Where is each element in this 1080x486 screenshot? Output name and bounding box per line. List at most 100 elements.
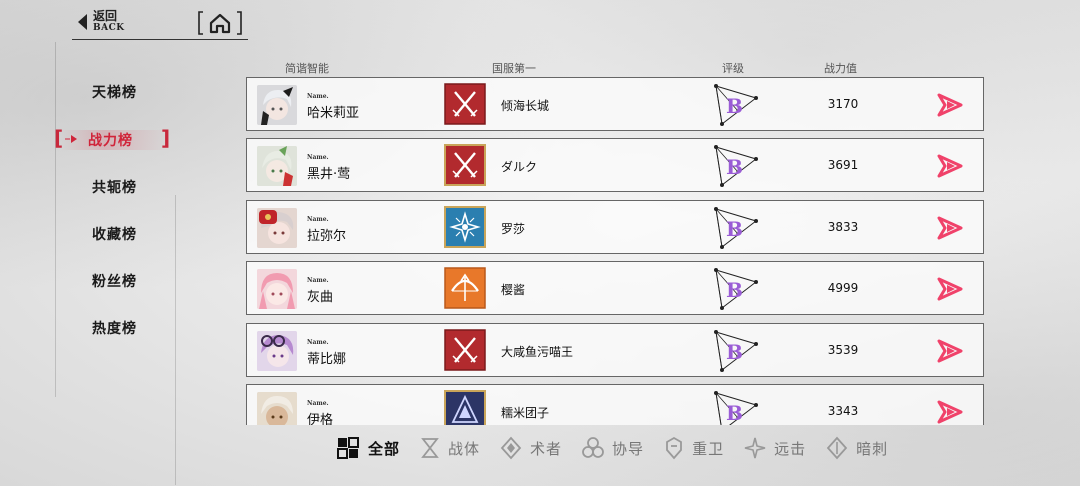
character-avatar — [257, 392, 297, 425]
character-avatar — [257, 269, 297, 309]
character-name: 拉弥尔 — [307, 229, 347, 244]
name-caption: Name. — [307, 216, 329, 223]
active-arrow-icon — [65, 135, 77, 143]
character-name: 蒂比娜 — [307, 352, 347, 367]
helmet-icon — [666, 436, 682, 460]
crossed-swords-icon — [444, 144, 486, 186]
filter-guardian[interactable]: 重卫 — [664, 436, 724, 460]
ranking-list[interactable]: Name. 哈米莉亚 倾海长城 B 3170 Name. 黑井·莺 ダルク B … — [246, 77, 984, 425]
home-icon — [198, 11, 242, 35]
rating-badge: B — [712, 83, 760, 127]
top-player-name: 糯米团子 — [501, 406, 550, 420]
filter-caster[interactable]: 术者 — [500, 436, 562, 460]
active-bracket-left: [ — [54, 126, 64, 150]
view-detail-arrow-icon[interactable] — [937, 277, 965, 301]
top-player-name: 倾海长城 — [501, 99, 550, 113]
table-row[interactable]: Name. 灰曲 樱酱 B 4999 — [246, 261, 984, 315]
table-row[interactable]: Name. 蒂比娜 大咸鱼污喵王 B 3539 — [246, 323, 984, 377]
filter-vanguard[interactable]: 战体 — [420, 436, 480, 460]
filter-ranged[interactable]: 远击 — [744, 436, 806, 460]
filter-support[interactable]: 协导 — [582, 436, 644, 460]
crossed-swords-icon — [444, 83, 486, 125]
filter-label: 暗刺 — [856, 439, 889, 458]
character-avatar — [257, 331, 297, 371]
active-bracket-right: ] — [161, 126, 171, 150]
table-row[interactable]: Name. 黑井·莺 ダルク B 3691 — [246, 138, 984, 192]
character-name: 哈米莉亚 — [307, 106, 360, 121]
view-detail-arrow-icon[interactable] — [937, 216, 965, 240]
column-header-rating: 评级 — [722, 62, 744, 75]
table-row[interactable]: Name. 哈米莉亚 倾海长城 B 3170 — [246, 77, 984, 131]
decor-line — [55, 42, 56, 397]
nav-item-collection[interactable]: 收藏榜 — [92, 224, 137, 244]
top-player-name: 大咸鱼污喵王 — [501, 345, 574, 359]
column-header-top-player: 国服第一 — [492, 62, 536, 75]
view-detail-arrow-icon[interactable] — [937, 339, 965, 363]
character-name: 黑井·莺 — [307, 167, 351, 182]
home-button[interactable] — [197, 10, 243, 36]
rating-letter: B — [726, 278, 743, 302]
table-row[interactable]: Name. 拉弥尔 罗莎 B 3833 — [246, 200, 984, 254]
back-button[interactable]: 返回 BACK — [78, 10, 125, 34]
star-burst-icon — [444, 206, 486, 248]
back-arrow-icon — [78, 14, 87, 30]
filter-label: 战体 — [448, 439, 481, 458]
nav-item-power[interactable]: 战力榜 — [88, 130, 133, 150]
rating-letter: B — [726, 155, 743, 179]
table-row[interactable]: Name. 伊格 糯米团子 B 3343 — [246, 384, 984, 425]
rating-badge: B — [712, 329, 760, 373]
view-detail-arrow-icon[interactable] — [937, 93, 965, 117]
crossed-swords-icon — [444, 329, 486, 371]
column-header-character: 简谐智能 — [285, 62, 329, 75]
character-name: 伊格 — [307, 413, 334, 425]
rating-letter: B — [726, 401, 743, 425]
power-value: 4999 — [827, 281, 859, 295]
character-name: 灰曲 — [307, 290, 334, 305]
filter-assassin[interactable]: 暗刺 — [826, 436, 888, 460]
character-avatar — [257, 85, 297, 125]
rating-badge: B — [712, 390, 760, 425]
bow-icon — [444, 267, 486, 309]
name-caption: Name. — [307, 154, 329, 161]
diamond-icon — [500, 436, 522, 460]
name-caption: Name. — [307, 400, 329, 407]
header-divider — [72, 39, 248, 40]
top-player-name: 樱酱 — [501, 283, 526, 297]
diamond-blade-icon — [826, 436, 848, 460]
filter-label: 重卫 — [692, 439, 725, 458]
star-target-icon — [744, 437, 766, 459]
nav-item-ladder[interactable]: 天梯榜 — [92, 82, 137, 102]
name-caption: Name. — [307, 339, 329, 346]
view-detail-arrow-icon[interactable] — [937, 400, 965, 424]
filter-all[interactable]: 全部 — [336, 436, 400, 460]
column-header-power: 战力值 — [824, 62, 857, 75]
decor-line — [175, 195, 176, 485]
rating-letter: B — [726, 94, 743, 118]
filter-label: 全部 — [368, 439, 401, 458]
back-label-en: BACK — [93, 23, 125, 33]
grid-icon — [337, 437, 359, 459]
power-value: 3833 — [827, 220, 859, 234]
power-value: 3691 — [827, 158, 859, 172]
nav-item-conjugate[interactable]: 共轭榜 — [92, 177, 137, 197]
filter-label: 远击 — [774, 439, 807, 458]
nav-item-fans[interactable]: 粉丝榜 — [92, 271, 137, 291]
rating-letter: B — [726, 340, 743, 364]
name-caption: Name. — [307, 93, 329, 100]
back-label-cn: 返回 — [93, 9, 118, 23]
rating-badge: B — [712, 267, 760, 311]
back-label: 返回 BACK — [93, 10, 125, 34]
trefoil-icon — [582, 437, 604, 458]
top-player-name: ダルク — [501, 160, 538, 174]
nav-item-popularity[interactable]: 热度榜 — [92, 318, 137, 338]
character-avatar — [257, 146, 297, 186]
view-detail-arrow-icon[interactable] — [937, 154, 965, 178]
filter-label: 术者 — [530, 439, 563, 458]
power-value: 3170 — [827, 97, 859, 111]
name-caption: Name. — [307, 277, 329, 284]
shield-icon — [444, 390, 486, 425]
power-value: 3539 — [827, 343, 859, 357]
hourglass-icon — [421, 438, 439, 458]
power-value: 3343 — [827, 404, 859, 418]
character-avatar — [257, 208, 297, 248]
